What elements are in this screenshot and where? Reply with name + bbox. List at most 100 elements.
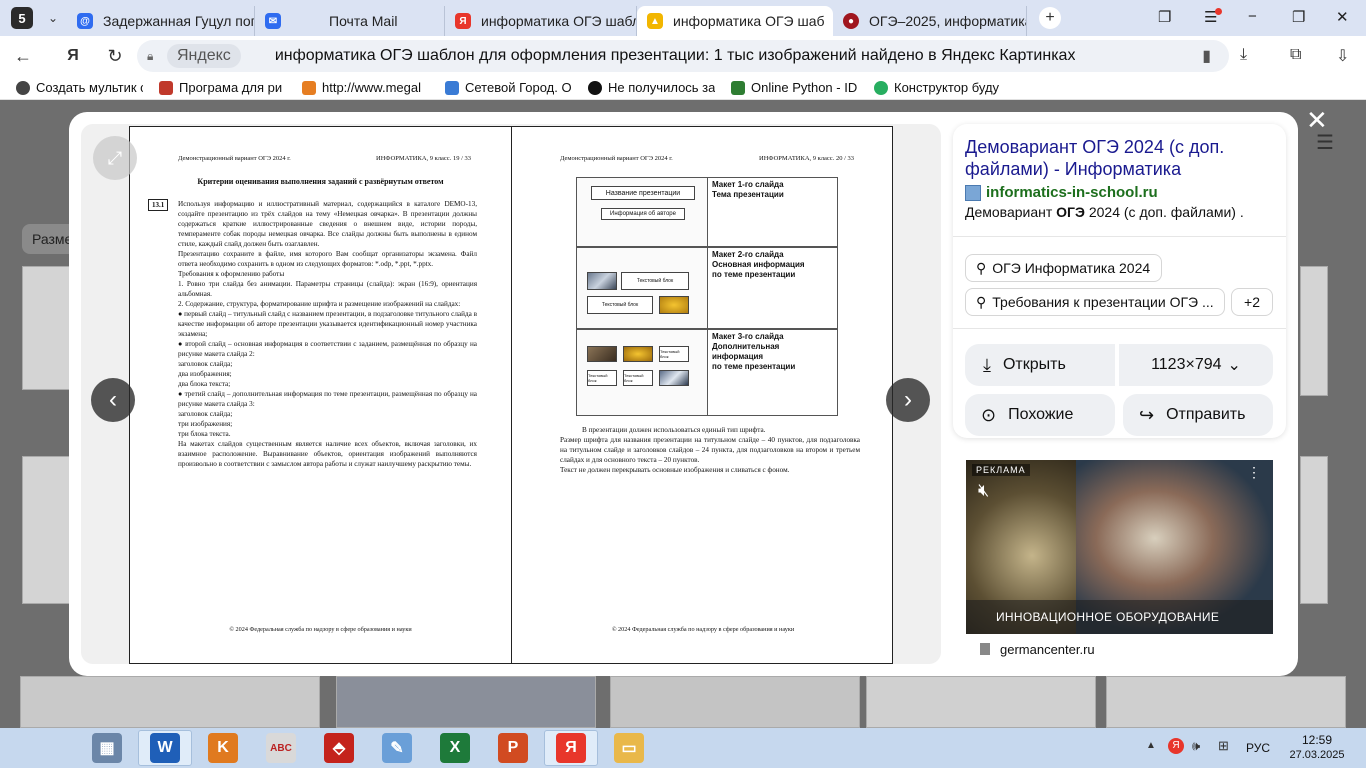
kumir-app[interactable]: K bbox=[196, 730, 250, 766]
download-icon[interactable]: ⤓ bbox=[1240, 46, 1247, 64]
result-thumb[interactable] bbox=[866, 676, 1096, 728]
search-icon: ⚲ bbox=[976, 293, 987, 310]
excel-app[interactable]: X bbox=[428, 730, 482, 766]
yandex-tray-icon[interactable]: Я bbox=[1168, 738, 1184, 754]
new-tab-button[interactable]: + bbox=[1039, 7, 1061, 29]
ad-caption: ИННОВАЦИОННОЕ ОБОРУДОВАНИЕ bbox=[966, 600, 1273, 634]
tab-bar: 5 ⌄ @ Задержанная Гуцул попр ✉ Почта Mai… bbox=[0, 0, 1366, 36]
tab-1[interactable]: @ Задержанная Гуцул попр bbox=[67, 6, 255, 36]
restore-icon[interactable]: ❐ bbox=[1292, 8, 1305, 26]
yandex-app[interactable]: Я bbox=[544, 730, 598, 766]
reload-icon[interactable]: ↻ bbox=[100, 46, 130, 67]
search-icon: ⚲ bbox=[976, 259, 987, 276]
advertisement[interactable]: РЕКЛАМА ⋮ 🔇︎ ИННОВАЦИОННОЕ ОБОРУДОВАНИЕ bbox=[966, 460, 1273, 634]
tab-4-active[interactable]: ▲ информатика ОГЭ шаб ✕ bbox=[637, 6, 833, 36]
tab-label: Почта Mail bbox=[329, 13, 398, 29]
mockup-label: Макет 3-го слайда Дополнительная информа… bbox=[712, 332, 796, 371]
page-title: Критерии оценивания выполнения заданий с… bbox=[197, 177, 444, 186]
language-indicator[interactable]: РУС bbox=[1246, 741, 1270, 755]
lock-icon[interactable]: 🔒︎ bbox=[147, 49, 161, 64]
record-icon: ● bbox=[843, 13, 859, 29]
address-bar: ← Я ↻ 🔒︎ Яндекс информатика ОГЭ шаблон д… bbox=[0, 36, 1366, 76]
tab-5[interactable]: ● ОГЭ–2025, информатика bbox=[833, 6, 1027, 36]
result-thumb[interactable] bbox=[1300, 456, 1328, 604]
site-chip[interactable]: Яндекс bbox=[167, 44, 241, 68]
close-modal-icon[interactable]: ✕ bbox=[1306, 106, 1328, 134]
mockup-image bbox=[659, 370, 689, 386]
yandex-icon: Я bbox=[556, 733, 586, 763]
tag-chip[interactable]: ⚲ Требования к презентации ОГЭ ... bbox=[965, 288, 1225, 316]
ad-source[interactable]: germancenter.ru bbox=[966, 634, 1273, 664]
bookmark-3[interactable]: http://www.megal bbox=[302, 80, 429, 95]
mail-icon: ✉ bbox=[265, 13, 281, 29]
explorer-app[interactable]: ▭ bbox=[602, 730, 656, 766]
bookmark-4[interactable]: Сетевой Город. О bbox=[445, 80, 572, 95]
mockup-label: Макет 1-го слайда Тема презентации bbox=[712, 180, 784, 199]
yandex-logo-icon[interactable]: Я bbox=[58, 47, 88, 65]
share-button[interactable]: ↪ Отправить bbox=[1123, 394, 1273, 436]
close-window-icon[interactable]: ✕ bbox=[1336, 8, 1349, 26]
back-button[interactable]: ← bbox=[8, 46, 38, 67]
site-favicon-icon bbox=[965, 184, 981, 201]
next-image-button[interactable]: › bbox=[886, 378, 930, 422]
mute-icon[interactable]: 🔇︎ bbox=[978, 480, 989, 501]
more-tags-button[interactable]: +2 bbox=[1231, 288, 1273, 316]
downloads-icon[interactable]: ⇩ bbox=[1336, 46, 1349, 66]
result-thumb[interactable] bbox=[336, 676, 596, 728]
pdf-icon: ⬘ bbox=[324, 733, 354, 763]
page-footer: © 2024 Федеральная служба по надзору в с… bbox=[611, 626, 795, 633]
pdf-app[interactable]: ⬘ bbox=[312, 730, 366, 766]
prev-image-button[interactable]: ‹ bbox=[91, 378, 135, 422]
source-title[interactable]: Демовариант ОГЭ 2024 (с доп. файлами) - … bbox=[965, 136, 1274, 180]
tab-2[interactable]: ✉ Почта Mail bbox=[255, 6, 445, 36]
tab-label: Задержанная Гуцул попр bbox=[103, 13, 255, 29]
tab-count-badge[interactable]: 5 bbox=[11, 7, 33, 29]
bookmark-5[interactable]: Не получилось заг bbox=[588, 80, 715, 95]
paint-app[interactable]: ✎ bbox=[370, 730, 424, 766]
app-icon bbox=[159, 80, 173, 95]
tabs-panel-icon[interactable]: ❐ bbox=[1158, 8, 1171, 26]
bookmark-icon[interactable]: ▮ bbox=[1202, 46, 1211, 66]
yandex-icon: Я bbox=[455, 13, 471, 29]
bookmark-2[interactable]: Програма для ри bbox=[159, 80, 286, 95]
excel-icon: X bbox=[440, 733, 470, 763]
clock[interactable]: 12:59 27.03.2025 bbox=[1289, 733, 1344, 761]
tag-chip[interactable]: ⚲ ОГЭ Информатика 2024 bbox=[965, 254, 1162, 282]
size-select[interactable]: 1123×794 ⌄ bbox=[1119, 344, 1273, 386]
calculator-app[interactable]: ▦ bbox=[80, 730, 134, 766]
task-text: Используя информацию и иллюстративный ма… bbox=[178, 200, 477, 468]
chevron-down-icon[interactable]: ⌄ bbox=[39, 11, 67, 25]
omnibox[interactable]: 🔒︎ Яндекс информатика ОГЭ шаблон для офо… bbox=[137, 40, 1229, 72]
similar-button[interactable]: ⊙ Похожие bbox=[965, 394, 1115, 436]
powerpoint-app[interactable]: P bbox=[486, 730, 540, 766]
tab-3[interactable]: Я информатика ОГЭ шабло bbox=[445, 6, 637, 36]
bookmark-7[interactable]: Конструктор буду bbox=[874, 80, 1001, 95]
close-tab-icon[interactable]: ✕ bbox=[825, 13, 834, 30]
network-icon[interactable]: ⊞ bbox=[1218, 738, 1229, 754]
preview-image[interactable]: Демонстрационный вариант ОГЭ 2024 г. ИНФО… bbox=[129, 126, 893, 664]
menu-icon[interactable]: ☰ bbox=[1204, 8, 1223, 26]
result-thumb[interactable] bbox=[1300, 266, 1328, 396]
extensions-icon[interactable]: ⧉ bbox=[1290, 46, 1301, 64]
more-options-icon[interactable]: ⋮ bbox=[1247, 464, 1261, 481]
mockup-image bbox=[587, 346, 617, 362]
fullscreen-button[interactable]: ⤢ bbox=[93, 136, 137, 180]
bookmark-6[interactable]: Online Python - IDE bbox=[731, 80, 858, 95]
minimize-icon[interactable]: − bbox=[1248, 8, 1257, 25]
globe-icon bbox=[874, 80, 888, 95]
word-app[interactable]: W bbox=[138, 730, 192, 766]
page-title-url[interactable]: информатика ОГЭ шаблон для оформления пр… bbox=[275, 47, 1076, 65]
result-thumb[interactable] bbox=[20, 676, 320, 728]
ad-badge: РЕКЛАМА bbox=[972, 464, 1030, 476]
task-number: 13.1 bbox=[148, 199, 169, 211]
tray-arrow-icon[interactable]: ▲ bbox=[1146, 740, 1156, 751]
mockup-image bbox=[623, 346, 653, 362]
page-header-left: Демонстрационный вариант ОГЭ 2024 г. bbox=[178, 155, 291, 162]
volume-icon[interactable]: 🕪︎ bbox=[1192, 738, 1200, 754]
bookmark-1[interactable]: Создать мультик с bbox=[16, 80, 143, 95]
source-domain[interactable]: informatics-in-school.ru bbox=[965, 184, 1274, 201]
abc-app[interactable]: ABC bbox=[254, 730, 308, 766]
result-thumb[interactable] bbox=[1106, 676, 1346, 728]
result-thumb[interactable] bbox=[610, 676, 860, 728]
open-button[interactable]: ⤓ Открыть bbox=[965, 344, 1115, 386]
